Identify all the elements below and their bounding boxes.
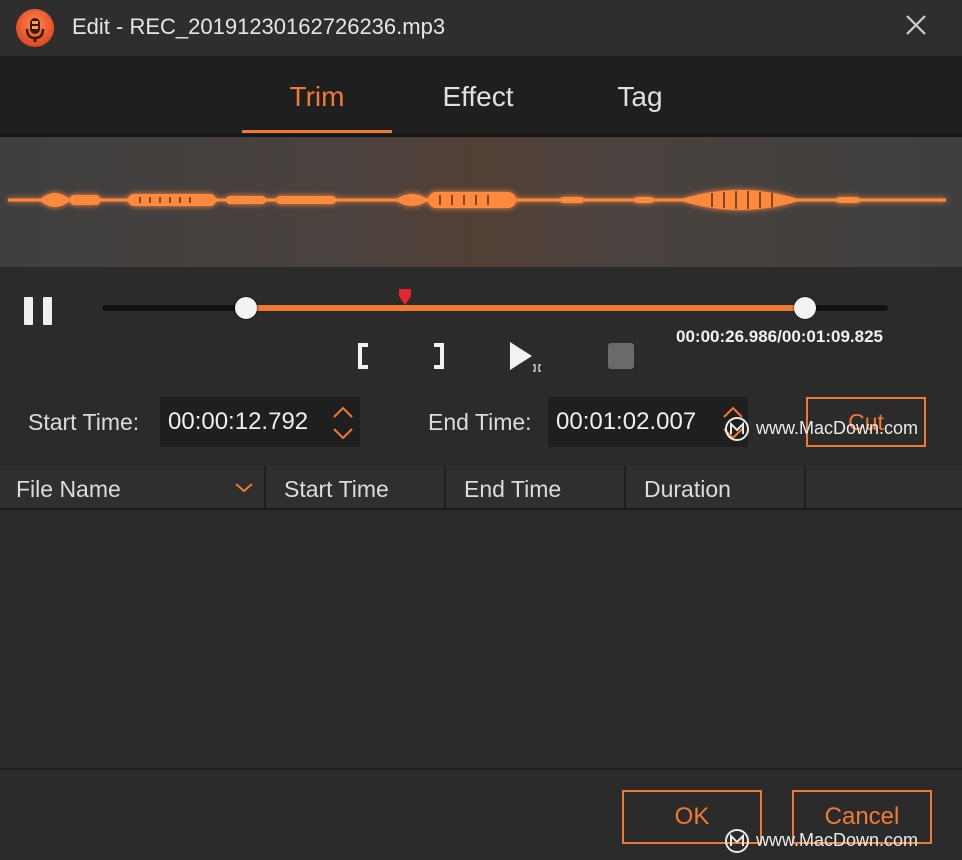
- watermark-text: www.MacDown.com: [756, 829, 919, 850]
- start-time-field: [160, 397, 360, 447]
- close-icon: [906, 15, 926, 35]
- close-button[interactable]: [898, 8, 936, 46]
- column-end-time[interactable]: End Time: [448, 466, 624, 510]
- pause-button[interactable]: [24, 297, 58, 327]
- trim-end-handle[interactable]: [793, 297, 816, 319]
- end-time-label: End Time:: [428, 409, 532, 435]
- title-bar: Edit - REC_20191230162726236.mp3: [0, 0, 962, 56]
- start-time-label: Start Time:: [28, 409, 140, 435]
- start-time-down-icon[interactable]: [330, 423, 356, 445]
- trim-range-fill: [245, 305, 805, 311]
- macdown-logo-icon: [725, 829, 749, 853]
- bracket-left-icon: [358, 343, 368, 369]
- active-tab-indicator: [242, 130, 392, 133]
- tab-tag[interactable]: Tag: [565, 56, 715, 136]
- waveform-display[interactable]: [0, 137, 962, 267]
- column-start-time[interactable]: Start Time: [268, 466, 444, 510]
- playhead-marker[interactable]: [397, 287, 413, 307]
- segment-table-header: File Name Start Time End Time Duration: [0, 466, 962, 510]
- macdown-logo-icon: [725, 417, 749, 441]
- play-segment-icon: [510, 342, 541, 372]
- start-time-up-icon[interactable]: [330, 401, 356, 423]
- segment-table-body[interactable]: [0, 510, 962, 768]
- watermark-text: www.MacDown.com: [756, 417, 919, 438]
- column-duration[interactable]: Duration: [628, 466, 804, 510]
- set-end-button[interactable]: [424, 339, 454, 373]
- bracket-right-icon: [434, 343, 444, 369]
- waveform-graphic: [8, 190, 946, 210]
- window-title: Edit - REC_20191230162726236.mp3: [72, 14, 446, 39]
- pause-icon: [24, 297, 33, 325]
- stop-button[interactable]: [606, 341, 636, 375]
- play-segment-button[interactable]: [506, 339, 546, 373]
- record-app-icon: [16, 9, 54, 47]
- tab-trim[interactable]: Trim: [242, 56, 392, 136]
- column-file-name[interactable]: File Name: [0, 466, 264, 510]
- tab-effect[interactable]: Effect: [403, 56, 553, 136]
- start-time-input[interactable]: [168, 397, 330, 447]
- end-time-field: [548, 397, 748, 447]
- watermark: www.MacDown.com: [724, 416, 918, 442]
- watermark-bottom: www.MacDown.com: [724, 828, 918, 854]
- time-readout: 00:00:26.986/00:01:09.825: [676, 327, 883, 346]
- stop-icon: [608, 343, 634, 369]
- sort-chevron-down-icon: [235, 483, 253, 493]
- trim-start-handle[interactable]: [234, 297, 257, 319]
- tab-bar: Trim Effect Tag: [0, 56, 962, 136]
- end-time-input[interactable]: [556, 397, 718, 447]
- set-start-button[interactable]: [350, 339, 380, 373]
